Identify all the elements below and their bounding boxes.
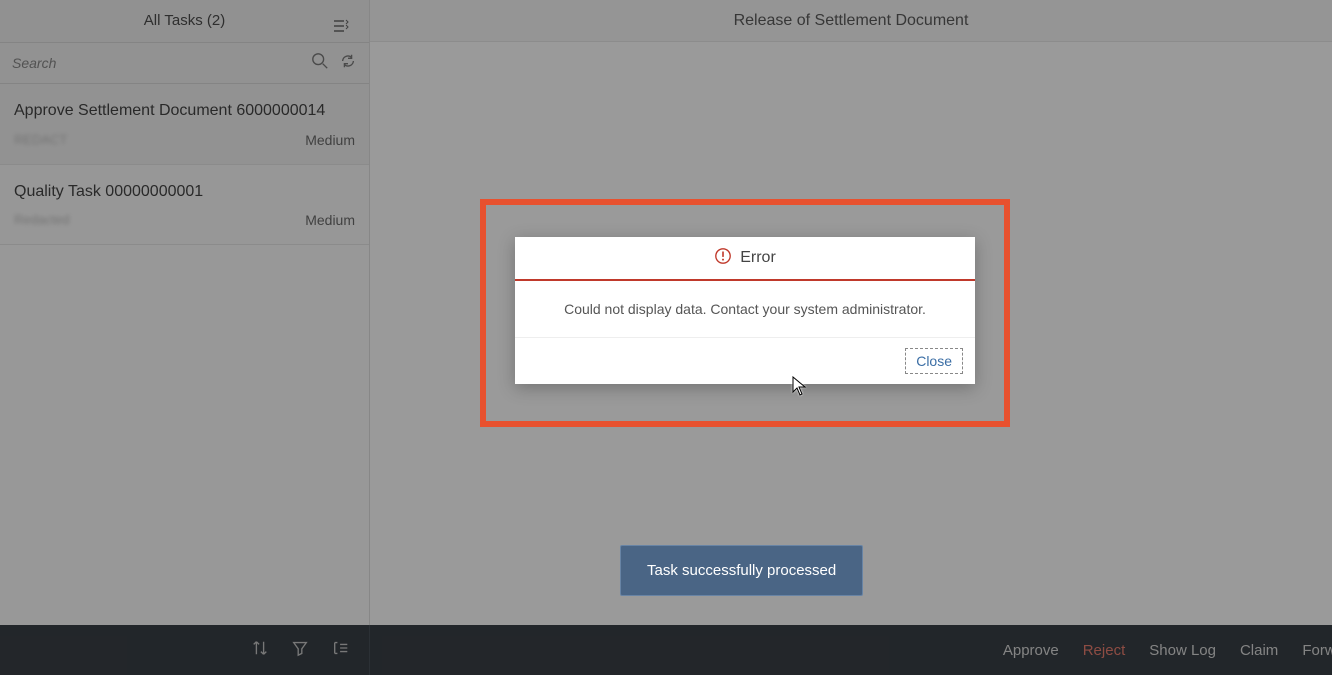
dialog-footer: Close xyxy=(515,338,975,384)
mouse-cursor-icon xyxy=(792,376,808,401)
success-toast: Task successfully processed xyxy=(620,545,863,596)
close-button[interactable]: Close xyxy=(905,348,963,374)
dialog-message: Could not display data. Contact your sys… xyxy=(515,281,975,338)
dialog-header: Error xyxy=(515,237,975,281)
error-dialog: Error Could not display data. Contact yo… xyxy=(515,237,975,384)
dialog-title: Error xyxy=(740,249,776,267)
error-icon xyxy=(714,247,732,270)
